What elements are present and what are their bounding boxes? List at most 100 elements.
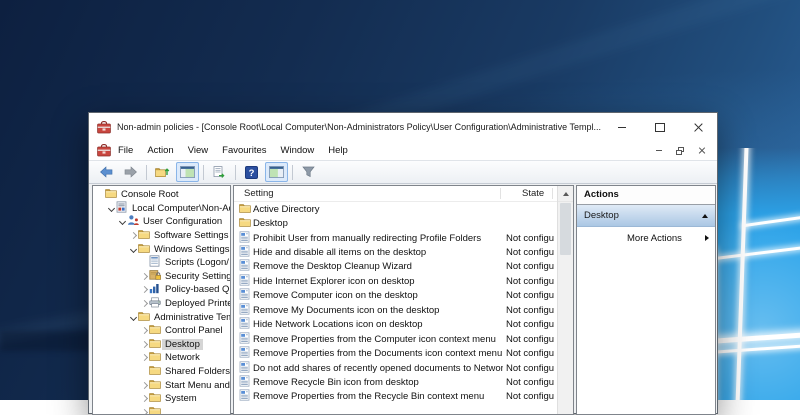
tree-expander[interactable]: [139, 301, 149, 306]
list-row-prohibit-user-from-manually-redirecting-profile-folders[interactable]: Prohibit User from manually redirecting …: [234, 231, 557, 245]
tree-expander[interactable]: [117, 219, 127, 224]
tree-expander[interactable]: [139, 274, 149, 279]
minimize-button[interactable]: [603, 113, 641, 141]
expand-chevron-icon[interactable]: [140, 327, 147, 334]
scrollbar-up-button[interactable]: [558, 186, 573, 202]
folder-icon: [138, 229, 150, 239]
tree-item-user-configuration[interactable]: User Configuration: [93, 215, 230, 229]
tree-item-local-computer-non-adm[interactable]: Local Computer\Non-Adm: [93, 202, 230, 216]
collapse-icon[interactable]: [702, 214, 708, 218]
collapse-chevron-icon[interactable]: [129, 314, 136, 321]
expand-chevron-icon[interactable]: [140, 354, 147, 361]
folder-icon: [239, 203, 251, 213]
tree-item-administrative-tem[interactable]: Administrative Tem: [93, 310, 230, 324]
mdi-close-button[interactable]: [695, 144, 707, 158]
tree-item-label: Local Computer\Non-Adm: [129, 203, 231, 214]
help-button[interactable]: ?: [240, 162, 263, 182]
tree-item-software-settings[interactable]: Software Settings: [93, 229, 230, 243]
list-row-desktop[interactable]: Desktop: [234, 216, 557, 230]
tree-expander[interactable]: [139, 383, 149, 388]
collapse-chevron-icon[interactable]: [129, 246, 136, 253]
policy-icon: [239, 274, 250, 286]
export-list-button[interactable]: [208, 162, 231, 182]
list-row-do-not-add-shares-of-recently-opened-documents-to-networ[interactable]: Do not add shares of recently opened doc…: [234, 361, 557, 375]
collapse-chevron-icon[interactable]: [118, 218, 125, 225]
list-row-remove-properties-from-the-recycle-bin-context-menu[interactable]: Remove Properties from the Recycle Bin c…: [234, 390, 557, 404]
tree-item-network[interactable]: Network: [93, 351, 230, 365]
close-button[interactable]: [679, 113, 717, 141]
tree-expander[interactable]: [139, 355, 149, 360]
list-row-remove-properties-from-the-documents-icon-context-menu[interactable]: Remove Properties from the Documents ico…: [234, 346, 557, 360]
forward-button[interactable]: [119, 162, 142, 182]
actions-section-header[interactable]: Desktop: [577, 205, 715, 227]
tree-expander[interactable]: [128, 247, 138, 252]
list-row-remove-computer-icon-on-the-desktop[interactable]: Remove Computer icon on the desktopNot c…: [234, 289, 557, 303]
expand-chevron-icon[interactable]: [140, 286, 147, 293]
setting-label: Remove Computer icon on the desktop: [253, 290, 418, 301]
menu-file[interactable]: File: [111, 143, 140, 158]
list-row-hide-network-locations-icon-on-desktop[interactable]: Hide Network Locations icon on desktopNo…: [234, 318, 557, 332]
tree-expander[interactable]: [139, 396, 149, 401]
expand-chevron-icon[interactable]: [129, 232, 136, 239]
expand-chevron-icon[interactable]: [140, 300, 147, 307]
expand-chevron-icon[interactable]: [140, 409, 147, 415]
filter-button[interactable]: [297, 162, 320, 182]
tree-expander[interactable]: [106, 206, 116, 211]
show-console-tree-button[interactable]: [176, 162, 199, 182]
folder-icon: [149, 324, 161, 334]
menu-help[interactable]: Help: [321, 143, 355, 158]
tree-item-label: Policy-based Q: [162, 284, 231, 295]
expand-chevron-icon[interactable]: [140, 382, 147, 389]
maximize-button[interactable]: [641, 113, 679, 141]
column-header-setting[interactable]: Setting: [244, 188, 274, 199]
menu-favourites[interactable]: Favourites: [215, 143, 273, 158]
tree-item-desktop[interactable]: Desktop: [93, 338, 230, 352]
tree-item-start-menu-and[interactable]: Start Menu and: [93, 378, 230, 392]
list-row-hide-and-disable-all-items-on-the-desktop[interactable]: Hide and disable all items on the deskto…: [234, 245, 557, 259]
list-row-hide-internet-explorer-icon-on-desktop[interactable]: Hide Internet Explorer icon on desktopNo…: [234, 274, 557, 288]
tree-item-console-root[interactable]: Console Root: [93, 188, 230, 202]
scrollbar-thumb[interactable]: [560, 203, 571, 255]
tree-item-control-panel[interactable]: Control Panel: [93, 324, 230, 338]
tree-expander[interactable]: [139, 287, 149, 292]
tree-item-deployed-printe[interactable]: Deployed Printe: [93, 297, 230, 311]
list-scrollbar[interactable]: [557, 186, 573, 414]
setting-label: Prohibit User from manually redirecting …: [253, 233, 481, 244]
tree-item-system[interactable]: System: [93, 392, 230, 406]
list-row-remove-the-desktop-cleanup-wizard[interactable]: Remove the Desktop Cleanup WizardNot con…: [234, 260, 557, 274]
list-row-remove-properties-from-the-computer-icon-context-menu[interactable]: Remove Properties from the Computer icon…: [234, 332, 557, 346]
tree-item-shared-folders[interactable]: Shared Folders: [93, 365, 230, 379]
setting-label: Do not add shares of recently opened doc…: [253, 363, 503, 374]
list-row-remove-recycle-bin-icon-from-desktop[interactable]: Remove Recycle Bin icon from desktopNot …: [234, 375, 557, 389]
back-button[interactable]: [94, 162, 117, 182]
action-item-more-actions[interactable]: More Actions: [577, 227, 715, 249]
tree-expander[interactable]: [128, 315, 138, 320]
up-one-level-button[interactable]: [151, 162, 174, 182]
actions-pane-title: Actions: [577, 186, 715, 205]
list-row-remove-my-documents-icon-on-the-desktop[interactable]: Remove My Documents icon on the desktopN…: [234, 303, 557, 317]
expand-chevron-icon[interactable]: [140, 395, 147, 402]
minimize-icon: [618, 127, 626, 128]
menu-view[interactable]: View: [181, 143, 215, 158]
tree-expander[interactable]: [128, 233, 138, 238]
show-action-pane-icon: [269, 166, 284, 178]
mdi-restore-button[interactable]: [674, 144, 686, 158]
expand-chevron-icon[interactable]: [140, 273, 147, 280]
tree-item-item[interactable]: [93, 406, 230, 415]
expand-chevron-icon[interactable]: [140, 341, 147, 348]
tree-expander[interactable]: [139, 342, 149, 347]
menu-action[interactable]: Action: [140, 143, 180, 158]
tree-expander[interactable]: [139, 410, 149, 415]
close-icon: [698, 147, 705, 154]
column-header-state[interactable]: State: [522, 188, 544, 199]
tree-item-scripts-logon[interactable]: Scripts (Logon/: [93, 256, 230, 270]
list-row-active-directory[interactable]: Active Directory: [234, 202, 557, 216]
show-action-pane-button[interactable]: [265, 162, 288, 182]
tree-item-security-setting[interactable]: Security Setting: [93, 270, 230, 284]
tree-expander[interactable]: [139, 328, 149, 333]
collapse-chevron-icon[interactable]: [107, 205, 114, 212]
menu-window[interactable]: Window: [274, 143, 322, 158]
mdi-minimize-button[interactable]: [653, 144, 665, 158]
tree-item-windows-settings[interactable]: Windows Settings: [93, 242, 230, 256]
tree-item-policy-based-q[interactable]: Policy-based Q: [93, 283, 230, 297]
